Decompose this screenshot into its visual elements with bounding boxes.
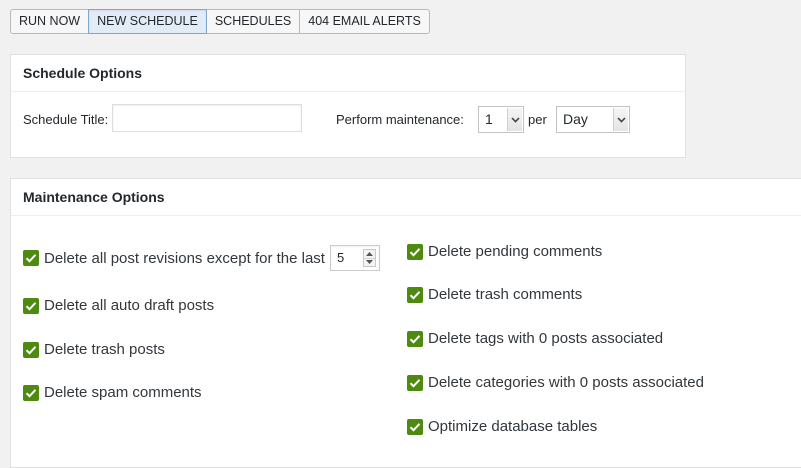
perform-maintenance-label: Perform maintenance: (336, 112, 464, 127)
revisions-count-value: 5 (336, 250, 345, 265)
option-label: Delete all auto draft posts (44, 297, 215, 314)
period-select[interactable]: Day (556, 106, 630, 133)
frequency-select-value: 1 (485, 111, 493, 127)
checkbox-checked-icon[interactable] (23, 384, 39, 401)
option-label: Optimize database tables (428, 418, 598, 435)
checkbox-checked-icon[interactable] (23, 297, 39, 314)
schedule-options-heading: Schedule Options (11, 55, 685, 92)
tab-schedules[interactable]: SCHEDULES (205, 9, 301, 34)
per-label: per (528, 112, 547, 127)
option-optimize-tables: Optimize database tables (407, 418, 597, 435)
checkbox-checked-icon[interactable] (23, 341, 39, 358)
option-delete-pending-comments: Delete pending comments (407, 243, 602, 260)
option-label: Delete tags with 0 posts associated (428, 330, 664, 347)
option-label: Delete pending comments (428, 243, 603, 260)
option-delete-post-revisions: Delete all post revisions except for the… (23, 245, 380, 271)
option-label: Delete spam comments (44, 384, 202, 401)
spinner-down-icon[interactable] (363, 257, 375, 267)
option-label: Delete all post revisions except for the… (44, 249, 325, 267)
schedule-title-label: Schedule Title: (23, 112, 109, 127)
frequency-select[interactable]: 1 (478, 106, 524, 133)
checkbox-checked-icon[interactable] (407, 330, 423, 347)
option-label: Delete trash comments (428, 286, 583, 303)
option-delete-trash-comments: Delete trash comments (407, 286, 582, 303)
tab-404-email-alerts[interactable]: 404 EMAIL ALERTS (299, 9, 430, 34)
tab-bar: RUN NOW NEW SCHEDULE SCHEDULES 404 EMAIL… (10, 9, 430, 34)
checkbox-checked-icon[interactable] (407, 374, 423, 391)
option-delete-spam-comments: Delete spam comments (23, 384, 202, 401)
maintenance-options-heading: Maintenance Options (11, 179, 801, 216)
option-delete-trash-posts: Delete trash posts (23, 341, 165, 358)
period-select-value: Day (563, 111, 588, 127)
checkbox-checked-icon[interactable] (407, 286, 423, 303)
tab-run-now[interactable]: RUN NOW (10, 9, 90, 34)
schedule-title-input[interactable] (112, 104, 302, 132)
chevron-down-icon (507, 108, 522, 131)
checkbox-checked-icon[interactable] (407, 243, 423, 260)
spinner-up-icon[interactable] (364, 250, 375, 258)
checkbox-checked-icon[interactable] (407, 418, 423, 435)
checkbox-checked-icon[interactable] (23, 250, 39, 266)
option-label: Delete trash posts (44, 341, 165, 358)
schedule-options-panel: Schedule Options Schedule Title: Perform… (10, 54, 686, 158)
option-label: Delete categories with 0 posts associate… (428, 374, 704, 391)
tab-new-schedule[interactable]: NEW SCHEDULE (88, 9, 207, 34)
option-delete-unused-tags: Delete tags with 0 posts associated (407, 330, 663, 347)
maintenance-options-panel: Maintenance Options Delete all post revi… (10, 178, 801, 468)
option-delete-auto-drafts: Delete all auto draft posts (23, 297, 214, 314)
number-spinner (362, 249, 376, 267)
revisions-count-input[interactable]: 5 (329, 245, 380, 271)
chevron-down-icon (613, 108, 628, 131)
option-delete-unused-categories: Delete categories with 0 posts associate… (407, 374, 704, 391)
